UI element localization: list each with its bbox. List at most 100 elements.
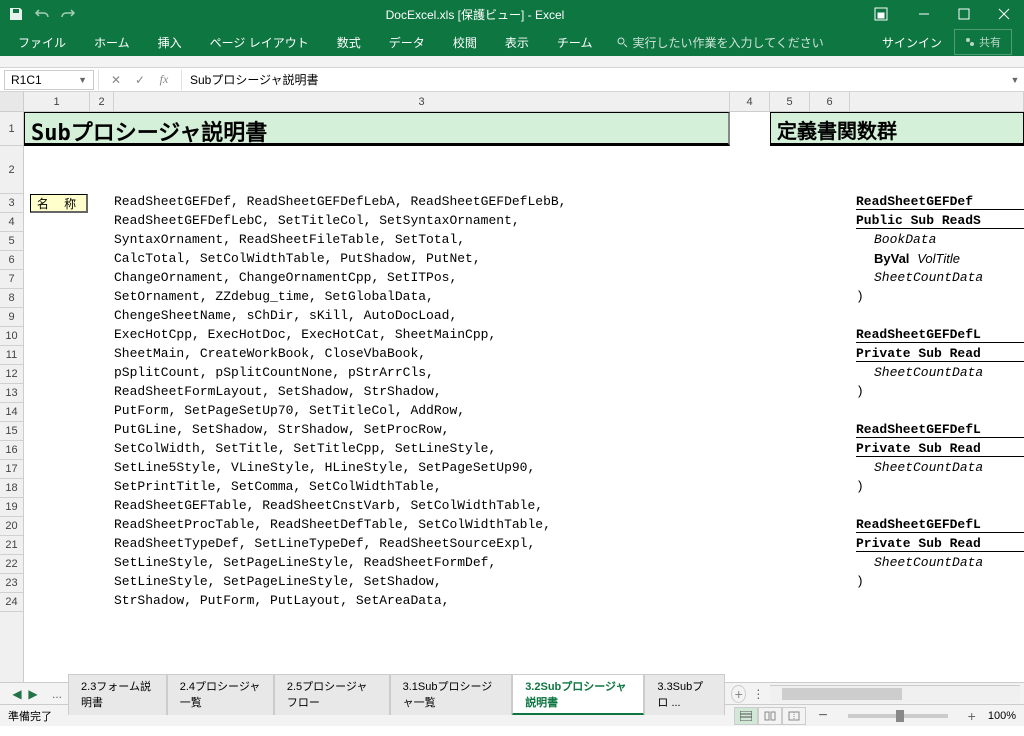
code-line[interactable]: SetLine5Style, VLineStyle, HLineStyle, S… — [114, 460, 535, 475]
code-line[interactable]: SetLineStyle, SetPageLineStyle, ReadShee… — [114, 555, 496, 570]
col-header[interactable]: 4 — [730, 92, 770, 111]
tab-page-layout[interactable]: ページ レイアウト — [196, 28, 323, 56]
scrollbar-thumb[interactable] — [782, 688, 902, 700]
ribbon-options-icon[interactable] — [866, 0, 896, 28]
enter-icon[interactable]: ✓ — [129, 70, 151, 90]
col-header[interactable]: 3 — [114, 92, 730, 111]
code-line[interactable]: StrShadow, PutForm, PutLayout, SetAreaDa… — [114, 593, 449, 608]
row-header[interactable]: 23 — [0, 574, 23, 593]
code-line[interactable]: ReadSheetGEFDefLebC, SetTitleCol, SetSyn… — [114, 213, 520, 228]
definition-line[interactable]: SheetCountData — [874, 555, 983, 570]
undo-icon[interactable] — [34, 6, 50, 22]
definition-line[interactable]: ) — [856, 479, 864, 494]
horizontal-scrollbar[interactable] — [770, 685, 1020, 703]
code-line[interactable]: ChengeSheetName, sChDir, sKill, AutoDocL… — [114, 308, 457, 323]
definition-line[interactable]: Private Sub Read — [856, 536, 1024, 552]
row-header[interactable]: 6 — [0, 251, 23, 270]
normal-view-icon[interactable] — [734, 707, 758, 725]
redo-icon[interactable] — [60, 6, 76, 22]
expand-formula-icon[interactable]: ▼ — [1006, 75, 1024, 85]
code-line[interactable]: PutForm, SetPageSetUp70, SetTitleCol, Ad… — [114, 403, 465, 418]
code-line[interactable]: SetColWidth, SetTitle, SetTitleCpp, SetL… — [114, 441, 496, 456]
title-cell-1[interactable]: Subプロシージャ説明書 — [24, 112, 730, 146]
row-header[interactable]: 8 — [0, 289, 23, 308]
definition-line[interactable]: ReadSheetGEFDefL — [856, 422, 1024, 438]
row-header[interactable]: 18 — [0, 479, 23, 498]
definition-line[interactable]: Public Sub ReadS — [856, 213, 1024, 229]
sheet-area[interactable]: 1 2 3 4 5 6 Subプロシージャ説明書 定義書関数群 名 称 Read… — [24, 92, 1024, 682]
row-header[interactable]: 17 — [0, 460, 23, 479]
new-sheet-button[interactable]: + — [731, 685, 746, 703]
page-layout-view-icon[interactable] — [758, 707, 782, 725]
row-header[interactable]: 21 — [0, 536, 23, 555]
definition-line[interactable]: Private Sub Read — [856, 441, 1024, 457]
tab-view[interactable]: 表示 — [491, 28, 543, 56]
tab-home[interactable]: ホーム — [80, 28, 144, 56]
row-header[interactable]: 5 — [0, 232, 23, 251]
tab-review[interactable]: 校閲 — [439, 28, 491, 56]
row-header[interactable]: 14 — [0, 403, 23, 422]
zoom-level[interactable]: 100% — [988, 710, 1016, 722]
definition-line[interactable]: ) — [856, 289, 864, 304]
definition-line[interactable]: SheetCountData — [874, 460, 983, 475]
tab-prev-icon[interactable]: ◀ — [10, 687, 24, 701]
row-header[interactable]: 24 — [0, 593, 23, 612]
row-header[interactable]: 22 — [0, 555, 23, 574]
zoom-out-button[interactable]: − — [814, 707, 831, 725]
row-header[interactable]: 7 — [0, 270, 23, 289]
col-header[interactable]: 5 — [770, 92, 810, 111]
definition-line[interactable]: BookData — [874, 232, 936, 247]
code-line[interactable]: ReadSheetFormLayout, SetShadow, StrShado… — [114, 384, 442, 399]
definition-line[interactable]: ) — [856, 574, 864, 589]
chevron-down-icon[interactable]: ▼ — [78, 75, 87, 85]
code-line[interactable]: ReadSheetProcTable, ReadSheetDefTable, S… — [114, 517, 551, 532]
col-header[interactable]: 1 — [24, 92, 90, 111]
maximize-button[interactable] — [944, 0, 984, 28]
page-break-view-icon[interactable] — [782, 707, 806, 725]
tab-insert[interactable]: 挿入 — [144, 28, 196, 56]
signin-link[interactable]: サインイン — [870, 34, 954, 51]
row-header[interactable]: 10 — [0, 327, 23, 346]
row-header[interactable]: 1 — [0, 112, 23, 146]
tab-data[interactable]: データ — [375, 28, 439, 56]
tell-me-search[interactable]: 実行したい作業を入力してください — [616, 34, 823, 51]
row-header[interactable]: 16 — [0, 441, 23, 460]
col-header[interactable]: 2 — [90, 92, 114, 111]
code-line[interactable]: ReadSheetGEFTable, ReadSheetCnstVarb, Se… — [114, 498, 543, 513]
definition-line[interactable]: SheetCountData — [874, 365, 983, 380]
row-header[interactable]: 4 — [0, 213, 23, 232]
tab-team[interactable]: チーム — [543, 28, 607, 56]
definition-line[interactable]: Private Sub Read — [856, 346, 1024, 362]
code-line[interactable]: SetPrintTitle, SetComma, SetColWidthTabl… — [114, 479, 442, 494]
tab-overflow[interactable]: ... — [46, 687, 68, 701]
code-line[interactable]: ReadSheetGEFDef, ReadSheetGEFDefLebA, Re… — [114, 194, 566, 209]
zoom-thumb[interactable] — [896, 710, 904, 722]
tab-next-icon[interactable]: ▶ — [26, 687, 40, 701]
code-line[interactable]: PutGLine, SetShadow, StrShadow, SetProcR… — [114, 422, 449, 437]
cancel-icon[interactable]: ✕ — [105, 70, 127, 90]
row-header[interactable]: 13 — [0, 384, 23, 403]
definition-line[interactable]: ByVal VolTitle — [874, 251, 960, 267]
select-all-corner[interactable] — [0, 92, 23, 112]
code-line[interactable]: SheetMain, CreateWorkBook, CloseVbaBook, — [114, 346, 426, 361]
tab-file[interactable]: ファイル — [4, 28, 80, 56]
row-header[interactable]: 11 — [0, 346, 23, 365]
row-header[interactable]: 19 — [0, 498, 23, 517]
row-header[interactable]: 3 — [0, 194, 23, 213]
code-line[interactable]: ChangeOrnament, ChangeOrnamentCpp, SetIT… — [114, 270, 457, 285]
row-header[interactable]: 20 — [0, 517, 23, 536]
definition-line[interactable]: ReadSheetGEFDefL — [856, 327, 1024, 343]
code-line[interactable]: SetOrnament, ZZdebug_time, SetGlobalData… — [114, 289, 434, 304]
definition-line[interactable]: ReadSheetGEFDef — [856, 194, 1024, 210]
code-line[interactable]: SyntaxOrnament, ReadSheetFileTable, SetT… — [114, 232, 465, 247]
tab-menu-icon[interactable]: ⋮ — [746, 687, 770, 701]
fx-icon[interactable]: fx — [153, 70, 175, 90]
row-header[interactable]: 15 — [0, 422, 23, 441]
tab-formulas[interactable]: 数式 — [323, 28, 375, 56]
zoom-in-button[interactable]: + — [964, 708, 980, 724]
row-header[interactable]: 2 — [0, 146, 23, 194]
definition-line[interactable]: SheetCountData — [874, 270, 983, 285]
definition-line[interactable]: ReadSheetGEFDefL — [856, 517, 1024, 533]
close-button[interactable] — [984, 0, 1024, 28]
formula-input[interactable]: Subプロシージャ説明書 — [181, 70, 1006, 90]
